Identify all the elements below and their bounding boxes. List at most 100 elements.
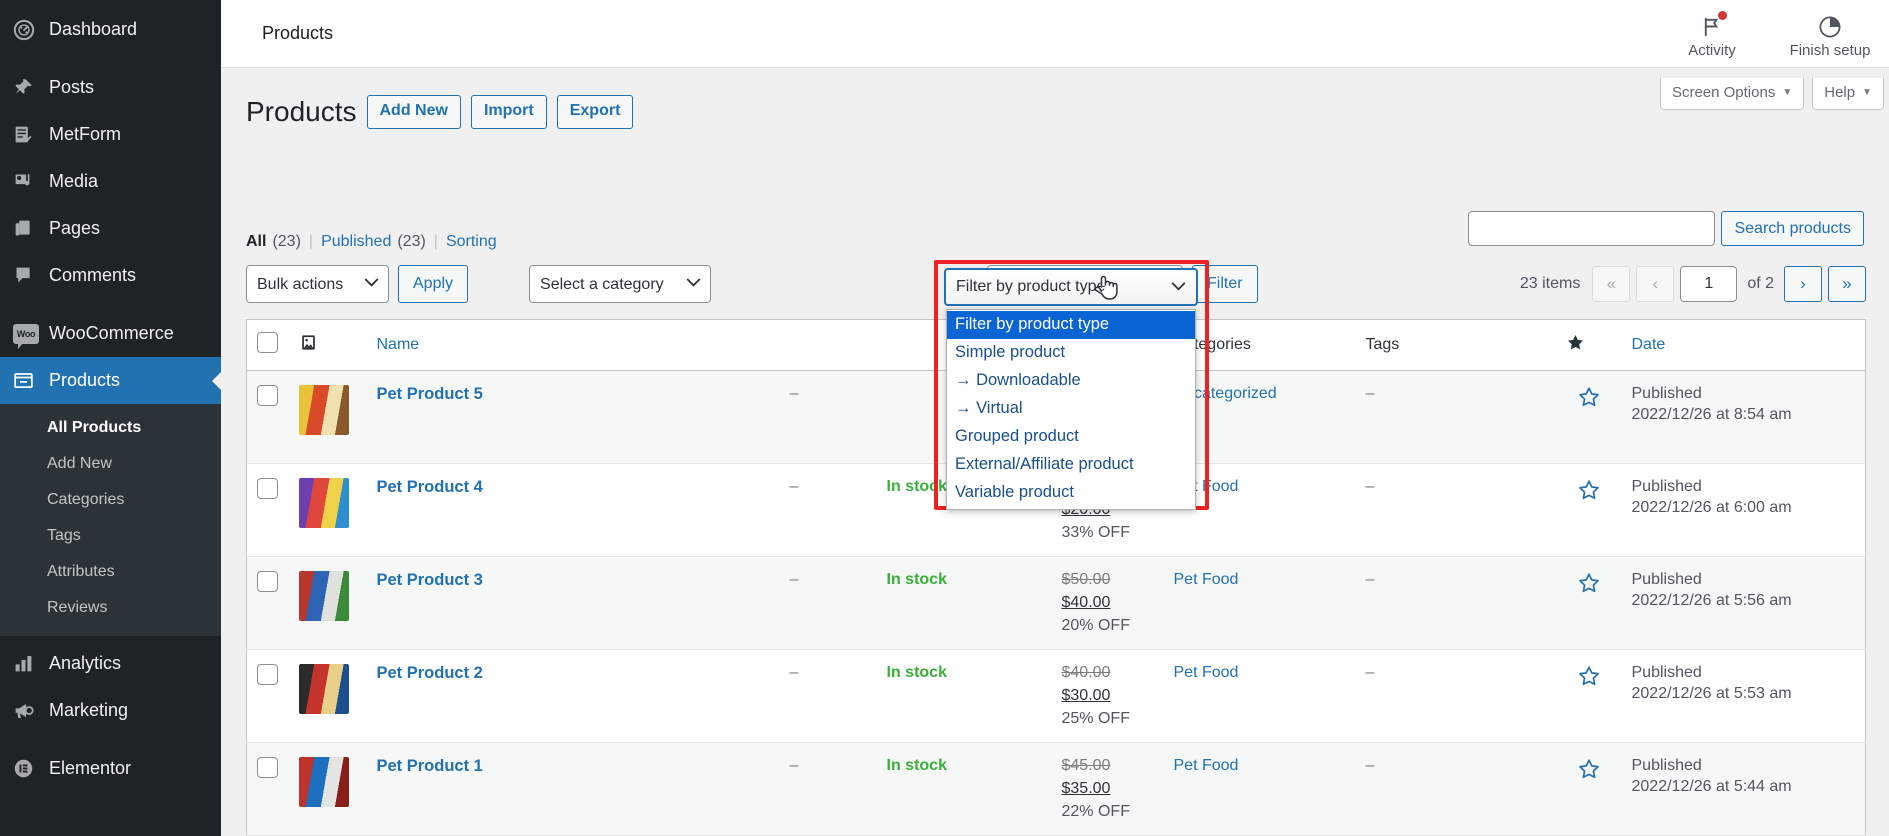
row-checkbox[interactable] (257, 664, 278, 685)
dropdown-option[interactable]: → Virtual (947, 395, 1195, 423)
sidebar-item-marketing[interactable]: Marketing (0, 687, 221, 734)
category-link[interactable]: Pet Food (1174, 664, 1239, 681)
filter-button[interactable]: Filter (1192, 265, 1258, 303)
dropdown-option[interactable]: Filter by product type (947, 311, 1195, 339)
finish-setup-button[interactable]: Finish setup (1771, 4, 1889, 68)
add-new-button[interactable]: Add New (366, 95, 461, 130)
product-thumbnail[interactable] (298, 571, 349, 621)
product-type-select-button[interactable]: Filter by product type (944, 268, 1198, 306)
row-stock-cell: In stock (876, 556, 1052, 650)
apply-button[interactable]: Apply (398, 265, 469, 303)
category-link[interactable]: Pet Food (1174, 757, 1239, 774)
last-page-button[interactable]: » (1828, 266, 1866, 302)
star-outline-icon[interactable] (1577, 387, 1601, 413)
product-thumbnail[interactable] (298, 664, 349, 714)
sidebar-item-label: Analytics (49, 653, 122, 673)
column-header-name[interactable]: Name (366, 319, 712, 371)
products-submenu: All Products Add New Categories Tags Att… (0, 404, 221, 636)
product-thumbnail[interactable] (298, 478, 349, 528)
product-thumbnail[interactable] (298, 757, 349, 807)
sidebar-item-woocommerce[interactable]: Woo WooCommerce (0, 310, 221, 357)
product-tags: – (1365, 478, 1375, 495)
product-thumbnail[interactable] (298, 385, 349, 435)
view-link-sorting[interactable]: Sorting (446, 233, 497, 251)
sidebar-item-metform[interactable]: MetForm (0, 111, 221, 158)
sidebar-divider (0, 734, 221, 745)
dropdown-option[interactable]: External/Affiliate product (947, 451, 1195, 479)
post-date: 2022/12/26 at 5:56 am (1631, 592, 1792, 609)
search-input[interactable] (1468, 211, 1716, 246)
sidebar-item-analytics[interactable]: Analytics (0, 640, 221, 687)
sidebar-item-comments[interactable]: Comments (0, 252, 221, 299)
import-button[interactable]: Import (470, 95, 547, 130)
comments-icon (13, 265, 49, 286)
product-name-link[interactable]: Pet Product 2 (377, 664, 483, 682)
row-thumbnail-cell (288, 649, 367, 743)
row-checkbox-cell (246, 649, 289, 743)
star-outline-icon[interactable] (1577, 666, 1601, 692)
bulk-actions-select[interactable]: Bulk actions (246, 265, 389, 303)
row-checkbox[interactable] (257, 385, 278, 406)
view-link-all[interactable]: All (246, 233, 266, 251)
product-type-dropdown[interactable]: Filter by product type Simple product → Do… (946, 309, 1196, 510)
star-outline-icon[interactable] (1577, 759, 1601, 785)
price-sale: $40.00 (1061, 594, 1111, 611)
sidebar-item-label: Elementor (49, 758, 132, 778)
row-tags-cell: – (1355, 649, 1556, 743)
row-checkbox[interactable] (257, 478, 278, 499)
progress-circle-icon (1818, 14, 1842, 40)
dropdown-option[interactable]: Grouped product (947, 423, 1195, 451)
submenu-item-reviews[interactable]: Reviews (0, 590, 221, 626)
dropdown-option[interactable]: → Downloadable (947, 367, 1195, 395)
product-name-link[interactable]: Pet Product 3 (377, 571, 483, 589)
row-checkbox[interactable] (257, 571, 278, 592)
star-outline-icon[interactable] (1577, 573, 1601, 599)
column-header-date[interactable]: Date (1621, 319, 1866, 371)
submenu-item-categories[interactable]: Categories (0, 482, 221, 518)
star-outline-icon[interactable] (1577, 480, 1601, 506)
submenu-item-add-new[interactable]: Add New (0, 446, 221, 482)
dropdown-option[interactable]: Variable product (947, 479, 1195, 507)
next-page-button[interactable]: › (1784, 266, 1822, 302)
breadcrumb: Products (262, 23, 334, 43)
category-select[interactable]: Select a category (529, 265, 712, 303)
product-name-link[interactable]: Pet Product 1 (377, 757, 483, 775)
row-tags-cell: – (1355, 370, 1556, 464)
sidebar-item-products[interactable]: Products (0, 357, 221, 404)
product-name-link[interactable]: Pet Product 5 (377, 385, 483, 403)
category-link[interactable]: Pet Food (1174, 571, 1239, 588)
post-status: Published (1631, 757, 1702, 774)
submenu-item-attributes[interactable]: Attributes (0, 554, 221, 590)
view-link-published[interactable]: Published (321, 233, 391, 251)
column-header-tags: Tags (1355, 319, 1556, 371)
screen-meta-links: Screen Options ▼ Help ▼ (1659, 78, 1884, 110)
sidebar-item-posts[interactable]: Posts (0, 64, 221, 111)
current-page-input[interactable] (1680, 266, 1738, 302)
star-filled-icon (1566, 335, 1585, 356)
stock-status: In stock (886, 757, 947, 774)
view-count-published: (23) (397, 233, 426, 250)
screen-options-toggle[interactable]: Screen Options ▼ (1659, 78, 1805, 110)
sidebar-divider (0, 299, 221, 310)
sidebar-item-media[interactable]: Media (0, 158, 221, 205)
sidebar-item-dashboard[interactable]: Dashboard (0, 6, 221, 53)
search-products-button[interactable]: Search products (1721, 211, 1864, 246)
sidebar-item-label: MetForm (49, 124, 121, 144)
sidebar-item-elementor[interactable]: Elementor (0, 745, 221, 792)
column-header-checkbox (246, 319, 289, 371)
select-all-checkbox[interactable] (257, 332, 278, 353)
dropdown-option[interactable]: Simple product (947, 339, 1195, 367)
product-name-link[interactable]: Pet Product 4 (377, 478, 483, 496)
export-button[interactable]: Export (556, 95, 634, 130)
help-toggle[interactable]: Help ▼ (1812, 78, 1884, 110)
sidebar-item-label: Products (49, 370, 121, 390)
post-status: Published (1631, 571, 1702, 588)
row-checkbox[interactable] (257, 757, 278, 778)
activity-button[interactable]: Activity (1653, 4, 1771, 68)
column-header-sku[interactable] (711, 319, 877, 371)
sidebar-item-pages[interactable]: Pages (0, 205, 221, 252)
submenu-item-tags[interactable]: Tags (0, 518, 221, 554)
submenu-item-all-products[interactable]: All Products (0, 410, 221, 446)
media-icon (13, 171, 49, 192)
product-sku: – (789, 571, 799, 588)
